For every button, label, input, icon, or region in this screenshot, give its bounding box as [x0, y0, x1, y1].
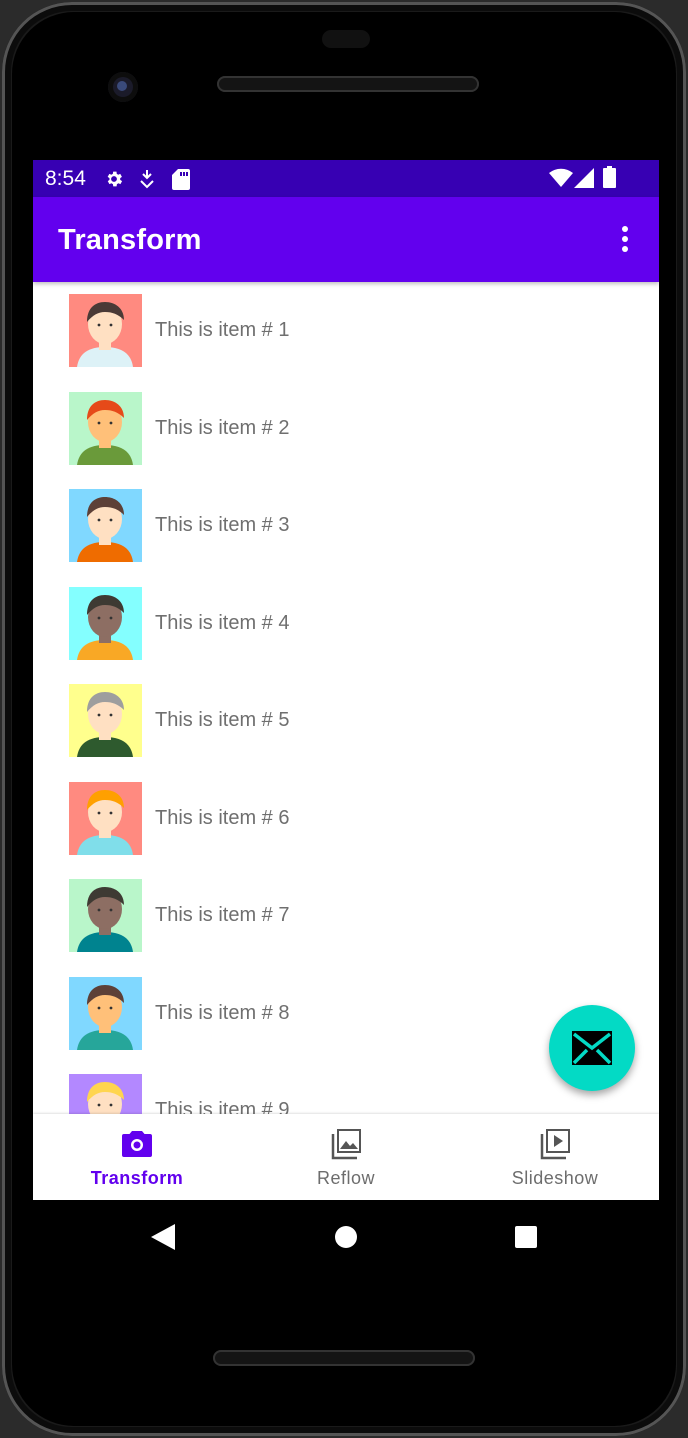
front-camera	[108, 72, 138, 102]
bottom-navigation: Transform Reflow Slideshow	[33, 1114, 659, 1200]
bottom-speaker	[213, 1350, 475, 1366]
list-item-label: This is item # 6	[155, 806, 290, 829]
nav-item-transform[interactable]: Transform	[33, 1114, 241, 1200]
nav-item-reflow[interactable]: Reflow	[242, 1114, 450, 1200]
avatar	[69, 1074, 142, 1114]
recents-icon[interactable]	[514, 1225, 538, 1249]
avatar	[69, 684, 142, 757]
list-item[interactable]: This is item # 2	[33, 380, 659, 477]
list-item-label: This is item # 5	[155, 709, 290, 731]
avatar	[69, 586, 142, 660]
back-icon[interactable]	[151, 1224, 175, 1250]
list-item[interactable]: This is item # 5	[33, 672, 659, 769]
sd-card-icon	[172, 169, 190, 190]
status-bar: 8:54	[33, 160, 659, 197]
avatar	[69, 879, 142, 952]
wifi-icon	[549, 168, 573, 187]
avatar	[69, 976, 142, 1050]
settings-icon	[107, 171, 123, 187]
list-item-label: This is item # 4	[155, 611, 290, 634]
list-item-label: This is item # 9	[155, 1099, 290, 1114]
more-options-icon[interactable]	[614, 223, 636, 255]
list-item-label: This is item # 7	[155, 904, 290, 926]
item-list[interactable]: This is item # 1 This is item # 2 This is …	[33, 282, 659, 1114]
list-item[interactable]: This is item # 4	[33, 575, 659, 672]
home-icon[interactable]	[334, 1225, 358, 1249]
slideshow-icon	[540, 1129, 570, 1160]
list-item[interactable]: This is item # 3	[33, 477, 659, 574]
list-item-label: This is item # 1	[155, 319, 290, 341]
nav-item-slideshow[interactable]: Slideshow	[451, 1114, 659, 1200]
image-icon	[331, 1129, 361, 1160]
proximity-sensor	[322, 30, 370, 48]
list-item[interactable]: This is item # 6	[33, 770, 659, 867]
avatar	[69, 391, 142, 465]
nav-label-reflow: Reflow	[316, 1168, 376, 1188]
app-screen: 8:54 Transform This is item # 1 This is i…	[33, 160, 659, 1200]
earpiece-speaker	[217, 76, 479, 92]
list-item-label: This is item # 8	[155, 1001, 290, 1024]
nav-label-transform: Transform	[90, 1168, 184, 1188]
list-item[interactable]: This is item # 7	[33, 867, 659, 964]
page-title: Transform	[58, 224, 202, 256]
app-bar: Transform	[33, 197, 659, 282]
camera-icon	[122, 1131, 152, 1157]
download-notification-icon	[140, 170, 154, 189]
avatar	[69, 294, 142, 367]
nav-label-slideshow: Slideshow	[511, 1168, 599, 1188]
signal-icon	[574, 168, 594, 188]
email-icon	[572, 1031, 612, 1065]
list-item[interactable]: This is item # 1	[33, 282, 659, 379]
email-fab-button[interactable]	[549, 1005, 635, 1091]
status-time: 8:54	[45, 167, 86, 190]
battery-icon	[603, 166, 616, 188]
list-item-label: This is item # 2	[155, 416, 290, 439]
list-item-label: This is item # 3	[155, 514, 290, 536]
system-navigation-bar	[33, 1200, 659, 1272]
avatar	[69, 781, 142, 855]
avatar	[69, 489, 142, 562]
